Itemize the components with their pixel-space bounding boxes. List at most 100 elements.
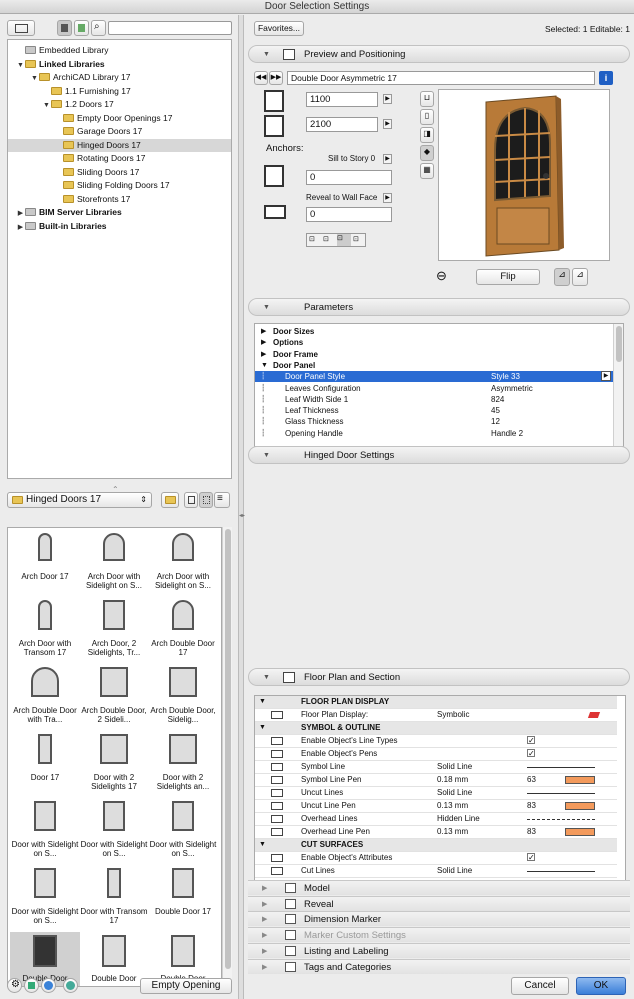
filter-all-button[interactable] [57, 20, 72, 36]
list-icons-button[interactable]: ≡ [214, 492, 230, 508]
preview-section-header[interactable]: ▼ Preview and Positioning [248, 45, 630, 63]
thumbnails-scrollbar[interactable] [222, 527, 232, 987]
parameter-row[interactable]: ┆ Glass Thickness 12 [255, 416, 615, 427]
setting-row[interactable]: Floor Plan Display: Symbolic [255, 709, 617, 722]
collapsed-section-header[interactable]: ▶ Marker Custom Settings [248, 927, 630, 943]
tree-item[interactable]: ▶ BIM Server Libraries [8, 206, 231, 219]
expanded-arrow-icon[interactable]: ▼ [259, 839, 266, 852]
tree-item[interactable]: ▶ Built-in Libraries [8, 220, 231, 233]
tree-item[interactable]: 1.1 Furnishing 17 [8, 85, 231, 98]
sill-arrow-button[interactable]: ▶ [383, 154, 392, 164]
object-thumbnail[interactable]: Door with Sidelight on S... [79, 798, 149, 864]
tree-item[interactable]: ▼ ArchiCAD Library 17 [8, 71, 231, 84]
setting-row[interactable]: Uncut Lines Solid Line [255, 787, 617, 800]
parameters-scrollbar[interactable] [613, 324, 623, 446]
setting-row[interactable]: Overhead Lines Hidden Line [255, 813, 617, 826]
empty-opening-button[interactable]: Empty Opening [140, 978, 232, 994]
setting-row[interactable]: Symbol Line Pen 0.18 mm 63 [255, 774, 617, 787]
object-thumbnail[interactable]: Arch Double Door, Sidelig... [148, 664, 218, 730]
cancel-button[interactable]: Cancel [511, 977, 569, 995]
parameters-section-header[interactable]: ▼ Parameters [248, 298, 630, 316]
settings-button[interactable]: ⚙ [7, 978, 22, 993]
anchor-button-group[interactable]: ⊡ ⊡ ⊡ ⊡ [306, 233, 366, 247]
width-field[interactable]: 1100 [306, 92, 378, 107]
setting-row[interactable]: Enable Object's Pens ✓ [255, 748, 617, 761]
anchor-left-icon[interactable]: ⊡ [309, 235, 315, 243]
object-thumbnail[interactable]: Arch Double Door, 2 Sideli... [79, 664, 149, 730]
parameter-row[interactable]: ▶ Door Sizes [255, 326, 615, 337]
scrollbar-thumb[interactable] [225, 529, 231, 969]
parameter-row[interactable]: ┆ Leaf Width Side 1 824 [255, 394, 615, 405]
parameter-row[interactable]: ┆ Opening Handle Handle 2 [255, 428, 615, 439]
pen-color-swatch[interactable] [565, 802, 595, 810]
pen-color-swatch[interactable] [565, 828, 595, 836]
library-manager-button[interactable] [24, 978, 39, 993]
parameter-row[interactable]: ┆ Door Panel Style Style 33 ▶ [255, 371, 615, 383]
mirror-right-button[interactable]: ⊿ [572, 268, 588, 286]
group-header-row[interactable]: ▼ SYMBOL & OUTLINE [255, 722, 617, 735]
parameter-row[interactable]: ┆ Leaf Thickness 45 [255, 405, 615, 416]
folder-up-button[interactable] [161, 492, 179, 508]
search-button[interactable]: ⌕ [91, 20, 106, 36]
tree-item[interactable]: Garage Doors 17 [8, 125, 231, 138]
front-view-button[interactable]: ▯ [420, 109, 434, 125]
tree-item[interactable]: Embedded Library [8, 44, 231, 57]
parameter-row[interactable]: ▶ Door Frame [255, 349, 615, 360]
pen-color-swatch[interactable] [565, 776, 595, 784]
mirror-left-button[interactable]: ⊿ [554, 268, 570, 286]
object-thumbnail[interactable]: Arch Double Door 17 [148, 597, 218, 663]
expanded-arrow-icon[interactable]: ▼ [259, 722, 266, 735]
object-thumbnail[interactable]: Arch Door with Sidelight on S... [79, 530, 149, 596]
parameter-row[interactable]: ▼ Door Panel [255, 360, 615, 371]
object-thumbnail[interactable]: Arch Door, 2 Sidelights, Tr... [79, 597, 149, 663]
plan-view-button[interactable]: ⊔ [420, 91, 434, 107]
object-thumbnail[interactable]: Door with 2 Sidelights 17 [79, 731, 149, 797]
previous-object-button[interactable]: ◀◀ [254, 71, 268, 85]
info-button[interactable]: i [599, 71, 613, 85]
parameters-scrollbar-thumb[interactable] [616, 326, 622, 362]
collapsed-section-header[interactable]: ▶ Reveal [248, 895, 630, 911]
floorplan-list[interactable]: ▼ FLOOR PLAN DISPLAY Floor Plan Display: Sy… [254, 695, 626, 887]
height-arrow-button[interactable]: ▶ [383, 119, 392, 129]
setting-row[interactable]: Cut Lines Solid Line [255, 865, 617, 878]
tree-item[interactable]: ▼ 1.2 Doors 17 [8, 98, 231, 111]
object-thumbnail[interactable]: Door with Sidelight on S... [10, 798, 80, 864]
setting-checkbox[interactable]: ✓ [527, 749, 535, 758]
expanded-arrow-icon[interactable]: ▼ [259, 696, 266, 709]
collapsed-section-header[interactable]: ▶ Dimension Marker [248, 911, 630, 927]
object-thumbnail[interactable]: Door with Transom 17 [79, 865, 149, 931]
reveal-arrow-button[interactable]: ▶ [383, 193, 392, 203]
next-object-button[interactable]: ▶▶ [269, 71, 283, 85]
object-thumbnail[interactable]: Arch Door with Transom 17 [10, 597, 80, 663]
3d-view-button[interactable]: ◆ [420, 145, 434, 161]
object-thumbnail[interactable]: Double Door 17 [148, 865, 218, 931]
setting-checkbox[interactable]: ✓ [527, 736, 535, 745]
flip-button[interactable]: Flip [476, 269, 540, 285]
parameter-row[interactable]: ▶ Options [255, 337, 615, 348]
setting-row[interactable]: Overhead Line Pen 0.13 mm 83 [255, 826, 617, 839]
disclosure-triangle-icon[interactable]: ▶ [16, 221, 25, 234]
group-header-row[interactable]: ▼ CUT SURFACES [255, 839, 617, 852]
value-popup-arrow-icon[interactable]: ▶ [601, 371, 611, 382]
filter-library-button[interactable] [74, 20, 89, 36]
anchor-center-icon[interactable]: ⊡ [323, 235, 329, 243]
search-input[interactable] [108, 21, 232, 35]
tree-item[interactable]: Hinged Doors 17 [8, 138, 231, 152]
large-icons-button[interactable] [184, 492, 198, 508]
parameter-row[interactable]: ┆ Leaves Configuration Asymmetric [255, 383, 615, 394]
object-name-field[interactable]: Double Door Asymmetric 17 [287, 71, 595, 85]
collapsed-section-header[interactable]: ▶ Tags and Categories [248, 958, 630, 974]
object-thumbnails[interactable]: Arch Door 17 Arch Door with Sidelight on … [7, 527, 222, 987]
tree-item[interactable]: Sliding Folding Doors 17 [8, 179, 231, 192]
object-thumbnail[interactable]: Door 17 [10, 731, 80, 797]
width-arrow-button[interactable]: ▶ [383, 94, 392, 104]
flip-orientation-icon[interactable]: ⊖ [436, 268, 462, 286]
anchor-right-icon[interactable]: ⊡ [337, 234, 351, 246]
object-thumbnail[interactable]: Arch Door with Sidelight on S... [148, 530, 218, 596]
tree-item[interactable]: Rotating Doors 17 [8, 152, 231, 165]
anchor-reveal-icon[interactable]: ⊡ [353, 235, 359, 243]
web-button[interactable] [41, 978, 56, 993]
parameter-view-button[interactable]: ▦ [420, 163, 434, 179]
group-header-row[interactable]: ▼ FLOOR PLAN DISPLAY [255, 696, 617, 709]
object-thumbnail[interactable]: Door with Sidelight on S... [10, 865, 80, 931]
